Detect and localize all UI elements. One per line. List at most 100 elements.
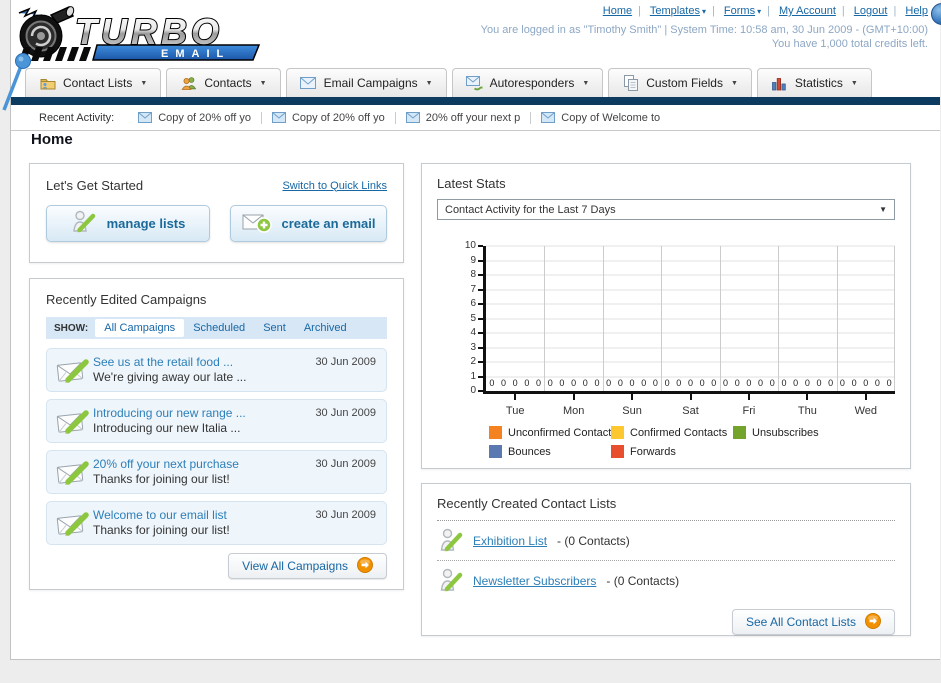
campaigns-panel-title: Recently Edited Campaigns xyxy=(46,292,207,307)
header-nav-link[interactable]: Templates xyxy=(650,5,700,17)
value-label: 0 xyxy=(758,378,764,388)
campaign-item[interactable]: Welcome to our email list Thanks for joi… xyxy=(46,501,387,545)
legend-label: Unsubscribes xyxy=(752,426,819,439)
x-axis-label: Tue xyxy=(505,405,525,417)
value-label: 0 xyxy=(582,378,588,388)
campaign-filter[interactable]: Sent xyxy=(254,319,295,337)
switch-quick-links[interactable]: Switch to Quick Links xyxy=(282,180,387,192)
campaign-item[interactable]: See us at the retail food ... We're givi… xyxy=(46,348,387,392)
value-label-group: 00000 xyxy=(778,378,836,388)
campaign-filter[interactable]: All Campaigns xyxy=(95,319,185,337)
envelope-pencil-icon xyxy=(55,354,93,386)
statistics-icon xyxy=(771,76,788,91)
legend-color-swatch xyxy=(489,426,502,439)
corner-ball-decoration xyxy=(931,3,941,25)
recent-activity-item[interactable]: Copy of 20% off yo xyxy=(262,111,396,124)
x-axis-label: Fri xyxy=(742,405,756,417)
header-nav-link[interactable]: Home xyxy=(603,5,632,17)
separator: | xyxy=(711,5,715,17)
value-label-group: 00000 xyxy=(720,378,778,388)
value-label: 0 xyxy=(851,378,857,388)
tab-contact-lists[interactable]: Contact Lists ▼ xyxy=(25,68,162,97)
latest-stats-title: Latest Stats xyxy=(437,176,506,191)
value-label: 0 xyxy=(734,378,740,388)
legend-color-swatch xyxy=(733,426,746,439)
x-axis-label: Mon xyxy=(562,405,585,417)
gridline-vertical xyxy=(719,246,721,391)
campaign-item[interactable]: 20% off your next purchase Thanks for jo… xyxy=(46,450,387,494)
show-label: SHOW: xyxy=(54,322,89,334)
tab-label: Custom Fields xyxy=(646,76,723,90)
campaign-filter[interactable]: Scheduled xyxy=(184,319,254,337)
value-label: 0 xyxy=(769,378,775,388)
header-nav-link[interactable]: My Account xyxy=(779,5,836,17)
create-email-button[interactable]: create an email xyxy=(229,205,387,242)
header-nav-link[interactable]: Help xyxy=(905,5,928,17)
recent-activity-bar: Recent Activity: Copy of 20% off yo Copy… xyxy=(11,105,940,131)
value-label: 0 xyxy=(723,378,729,388)
value-label: 0 xyxy=(699,378,705,388)
envelope-pencil-icon xyxy=(55,405,93,437)
contact-list-link[interactable]: Newsletter Subscribers xyxy=(473,574,596,588)
logo-subtitle: EMAIL xyxy=(161,48,230,60)
recent-activity-item[interactable]: Copy of 20% off yo xyxy=(128,111,262,124)
see-all-contact-lists-button[interactable]: See All Contact Lists xyxy=(731,609,895,635)
stats-dropdown[interactable]: Contact Activity for the Last 7 Days ▼ xyxy=(437,199,895,220)
campaign-filter[interactable]: Archived xyxy=(295,319,356,337)
tab-autoresponders[interactable]: Autoresponders ▼ xyxy=(451,68,604,97)
tab-contacts[interactable]: Contacts ▼ xyxy=(166,68,281,97)
envelope-plus-icon xyxy=(242,211,272,236)
y-axis-tick xyxy=(478,303,483,305)
x-axis-tick xyxy=(864,394,867,400)
manage-lists-button[interactable]: manage lists xyxy=(46,205,210,242)
person-pencil-icon xyxy=(71,209,97,238)
y-axis-label: 5 xyxy=(470,312,476,324)
header-nav-link[interactable]: Forms xyxy=(724,5,755,17)
gridline-horizontal xyxy=(486,347,895,348)
person-pencil-icon xyxy=(439,527,463,554)
campaign-title-link[interactable]: Introducing our new range ... xyxy=(93,406,246,421)
value-label: 0 xyxy=(886,378,892,388)
tab-statistics[interactable]: Statistics ▼ xyxy=(756,68,872,97)
login-info: You are logged in as "Timothy Smith" | S… xyxy=(481,23,928,51)
value-label: 0 xyxy=(828,378,834,388)
campaign-title-link[interactable]: See us at the retail food ... xyxy=(93,355,246,370)
legend-item: Bounces xyxy=(489,445,611,458)
contact-list-link[interactable]: Exhibition List xyxy=(473,534,547,548)
separator: | xyxy=(767,5,770,17)
gridline-vertical xyxy=(778,246,780,391)
recently-created-contact-lists-panel: Recently Created Contact Lists Exhibitio… xyxy=(421,483,911,636)
campaign-title-link[interactable]: 20% off your next purchase xyxy=(93,457,239,472)
legend-label: Unconfirmed Contacts xyxy=(508,426,617,439)
recent-activity-item-label: Copy of Welcome to xyxy=(561,111,661,124)
recent-activity-item[interactable]: 20% off your next p xyxy=(396,111,532,124)
tab-email-campaigns[interactable]: Email Campaigns ▼ xyxy=(285,68,447,97)
tab-label: Statistics xyxy=(794,76,843,90)
view-all-campaigns-button[interactable]: View All Campaigns xyxy=(228,553,387,579)
tab-custom-fields[interactable]: Custom Fields ▼ xyxy=(608,68,752,97)
envelope-icon xyxy=(541,112,556,123)
envelope-icon xyxy=(405,112,420,123)
y-axis-label: 10 xyxy=(464,240,476,251)
recent-activity-item[interactable]: Copy of Welcome to xyxy=(531,112,670,124)
login-info-line: You are logged in as "Timothy Smith" | S… xyxy=(480,24,928,36)
y-axis-label: 6 xyxy=(470,298,476,309)
page-title: Home xyxy=(31,131,73,148)
gridline-horizontal xyxy=(486,318,895,319)
campaign-date: 30 Jun 2009 xyxy=(315,407,376,419)
create-email-label: create an email xyxy=(281,216,376,231)
get-started-title: Let's Get Started xyxy=(46,178,144,193)
tab-label: Contacts xyxy=(204,76,252,90)
campaign-list: See us at the retail food ... We're givi… xyxy=(46,348,387,545)
tab-label: Email Campaigns xyxy=(323,76,418,90)
credits-info-line: You have 1,000 total credits left. xyxy=(771,38,928,50)
campaign-item[interactable]: Introducing our new range ... Introducin… xyxy=(46,399,387,443)
value-label: 0 xyxy=(664,378,670,388)
header-nav-link-wrap: Templates ▾ | xyxy=(650,5,721,17)
legend-label: Forwards xyxy=(630,445,676,458)
value-label: 0 xyxy=(804,378,810,388)
campaign-title-link[interactable]: Welcome to our email list xyxy=(93,508,230,523)
value-label: 0 xyxy=(489,378,495,388)
header-nav-link[interactable]: Logout xyxy=(854,5,888,17)
person-pencil-icon xyxy=(439,567,463,594)
